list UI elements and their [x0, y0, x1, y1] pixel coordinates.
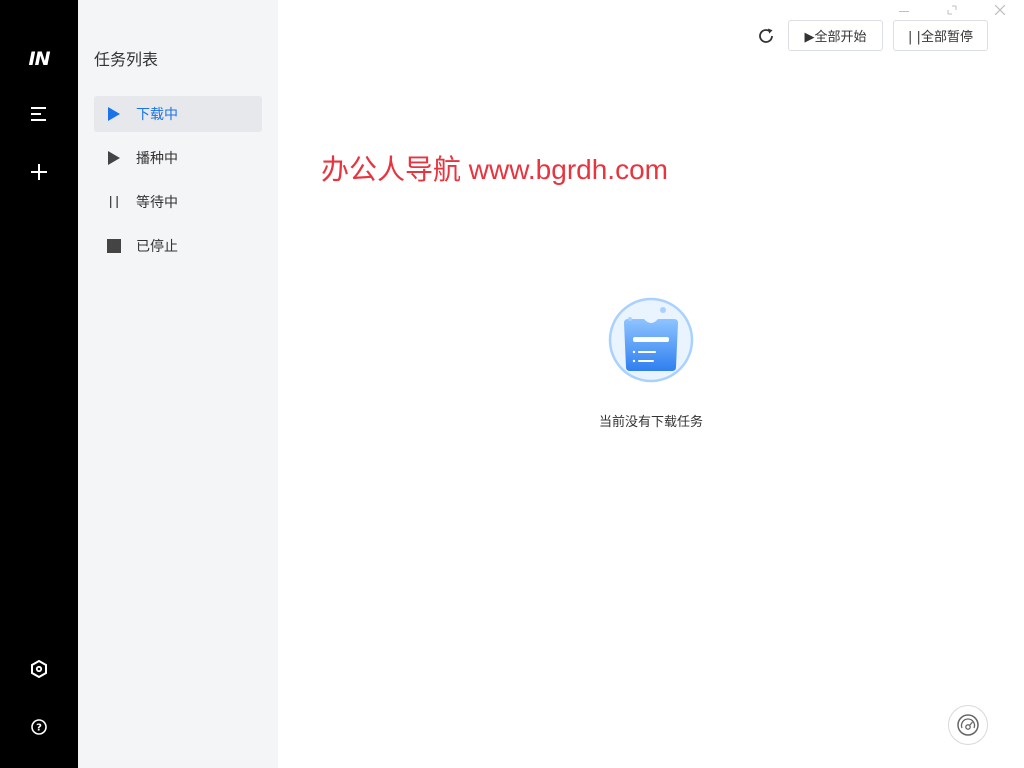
speed-meter-button[interactable] — [948, 705, 988, 745]
stop-icon — [106, 238, 122, 254]
task-list-panel: 任务列表 下载中 播种中 等待中 已停止 — [78, 0, 278, 768]
nav-item-stopped[interactable]: 已停止 — [94, 228, 262, 264]
minimize-icon — [899, 11, 909, 12]
panel-title: 任务列表 — [94, 50, 159, 69]
speedometer-icon — [957, 714, 979, 736]
maximize-button[interactable] — [944, 2, 960, 18]
help-icon: ? — [31, 719, 47, 735]
empty-state-message: 当前没有下载任务 — [598, 415, 703, 430]
watermark-text: 办公人导航 www.bgrdh.com — [321, 154, 668, 185]
pause-all-button[interactable]: | |全部暂停 — [893, 20, 988, 51]
close-button[interactable] — [992, 2, 1008, 18]
help-button[interactable]: ? — [0, 707, 78, 747]
task-filter-nav: 下载中 播种中 等待中 已停止 — [94, 96, 262, 272]
app-logo: IN — [28, 48, 51, 70]
add-task-button[interactable] — [0, 152, 78, 192]
menu-icon — [31, 107, 46, 121]
refresh-button[interactable] — [754, 24, 778, 48]
play-icon — [106, 150, 122, 166]
minimize-button[interactable] — [896, 2, 912, 18]
refresh-icon — [759, 28, 773, 43]
maximize-icon — [947, 5, 957, 15]
empty-task-illustration — [608, 297, 694, 383]
nav-item-label: 下载中 — [136, 107, 178, 123]
nav-item-waiting[interactable]: 等待中 — [94, 184, 262, 220]
plus-icon — [31, 164, 47, 180]
main-content: ▶全部开始 | |全部暂停 办公人导航 www.bgrdh.com 当前没有下载… — [278, 0, 1024, 768]
settings-hexagon-icon — [31, 660, 47, 678]
empty-list-icon — [608, 297, 694, 383]
menu-button[interactable] — [0, 94, 78, 134]
app-rail: IN ? — [0, 0, 78, 768]
play-icon — [106, 106, 122, 122]
svg-text:?: ? — [36, 723, 42, 734]
nav-item-label: 等待中 — [136, 195, 178, 211]
nav-item-label: 播种中 — [136, 151, 178, 167]
close-icon — [995, 5, 1005, 15]
pause-icon — [106, 194, 122, 210]
nav-item-label: 已停止 — [136, 239, 178, 255]
settings-button[interactable] — [0, 649, 78, 689]
start-all-button[interactable]: ▶全部开始 — [788, 20, 883, 51]
nav-item-downloading[interactable]: 下载中 — [94, 96, 262, 132]
nav-item-seeding[interactable]: 播种中 — [94, 140, 262, 176]
